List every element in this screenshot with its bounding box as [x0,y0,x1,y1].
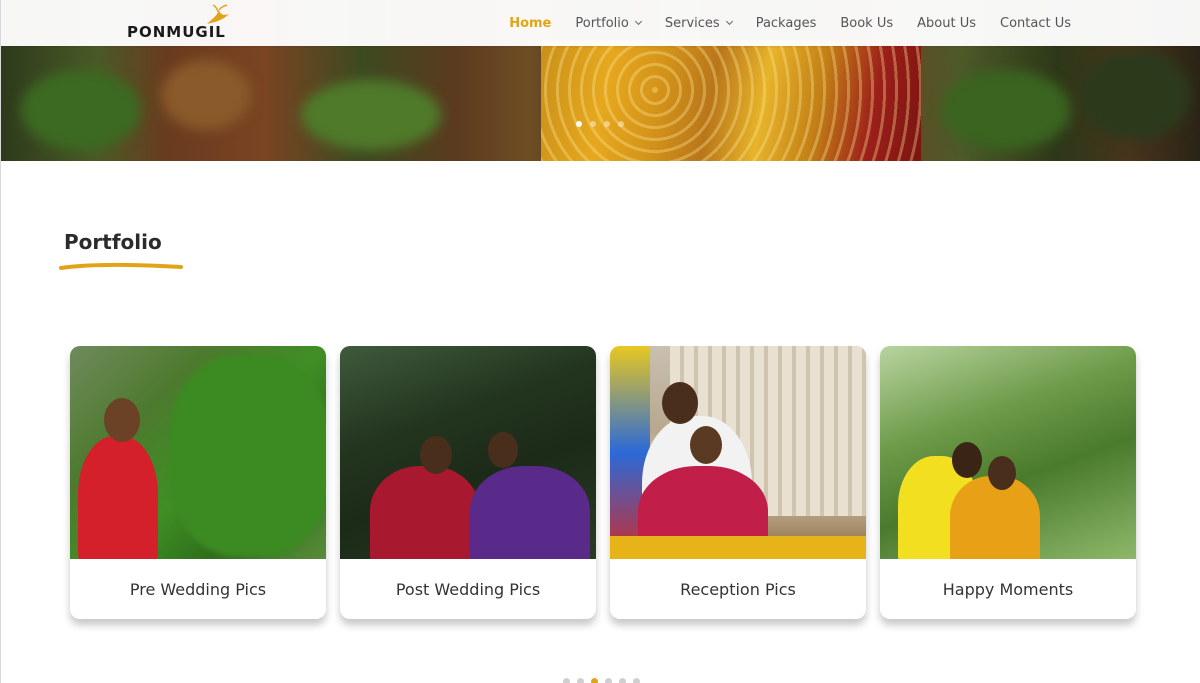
bird-icon [207,4,229,24]
groom-head [952,442,982,478]
carousel-dot[interactable] [577,678,584,683]
groom-head [420,436,452,474]
chevron-down-icon [634,17,642,25]
card-image [340,346,596,559]
logo-text: PONMUGIL [127,23,226,41]
hero-foliage [21,70,141,150]
stage-floor [610,536,866,559]
nav-item-home[interactable]: Home [497,16,563,31]
portfolio-card-happy-moments[interactable]: Happy Moments [880,346,1136,619]
nav-item-label: Portfolio [575,15,629,31]
carousel-dot[interactable] [633,678,640,683]
nav-item-portfolio[interactable]: Portfolio [563,16,652,31]
hero-dot[interactable] [590,121,596,127]
nav-item-label: About Us [917,15,976,31]
chevron-down-icon [725,17,733,25]
card-title: Happy Moments [942,579,1074,599]
nav-item-label: Services [664,15,720,31]
bride-head [488,432,518,468]
bride-head [104,398,140,442]
card-title: Reception Pics [680,579,796,599]
portfolio-cards: Pre Wedding Pics Post Wedding Pics Recep… [70,346,1136,619]
card-image [610,346,866,559]
nav-item-label: Book Us [840,15,894,31]
card-image [880,346,1136,559]
nav-item-about-us[interactable]: About Us [905,16,988,31]
hero-foliage [161,60,251,130]
nav-item-label: Contact Us [1000,15,1071,31]
site-header: PONMUGIL Home Portfolio Services Packages Bo… [1,0,1200,46]
hero-dot[interactable] [618,121,624,127]
portfolio-card-reception[interactable]: Reception Pics [610,346,866,619]
title-underline [59,262,183,270]
carousel-dots [563,678,640,683]
nav-item-services[interactable]: Services [653,16,744,31]
portfolio-card-post-wedding[interactable]: Post Wedding Pics [340,346,596,619]
bride-head [988,456,1016,490]
groom-head [662,382,698,424]
site-logo[interactable]: PONMUGIL [127,4,229,41]
carousel-dot[interactable] [605,678,612,683]
hero-dot[interactable] [576,121,582,127]
carousel-dot[interactable] [619,678,626,683]
hero-saree-image [541,40,921,161]
card-title: Pre Wedding Pics [129,579,267,599]
bride-head [690,426,722,464]
page: PONMUGIL Home Portfolio Services Packages Bo… [0,0,1200,683]
hero-foliage [301,80,441,150]
card-image [70,346,326,559]
portfolio-card-pre-wedding[interactable]: Pre Wedding Pics [70,346,326,619]
nav-item-packages[interactable]: Packages [744,16,829,31]
bride-figure [470,466,590,559]
bush [170,356,326,556]
section-title: Portfolio [64,230,162,254]
nav-item-contact-us[interactable]: Contact Us [988,16,1083,31]
bride-figure [78,436,158,559]
hero-foliage [1081,50,1191,140]
main-nav: Home Portfolio Services Packages Book Us Abou… [497,0,1083,46]
carousel-dot[interactable] [591,678,598,683]
groom-figure [370,466,480,559]
hero-foliage [941,70,1071,150]
hero-dot[interactable] [604,121,610,127]
nav-item-label: Home [509,15,552,31]
nav-item-book-us[interactable]: Book Us [828,16,905,31]
nav-item-label: Packages [755,15,817,31]
carousel-dot[interactable] [563,678,570,683]
card-title: Post Wedding Pics [395,579,541,599]
hero-dots [576,121,624,127]
bride-figure [950,476,1040,559]
